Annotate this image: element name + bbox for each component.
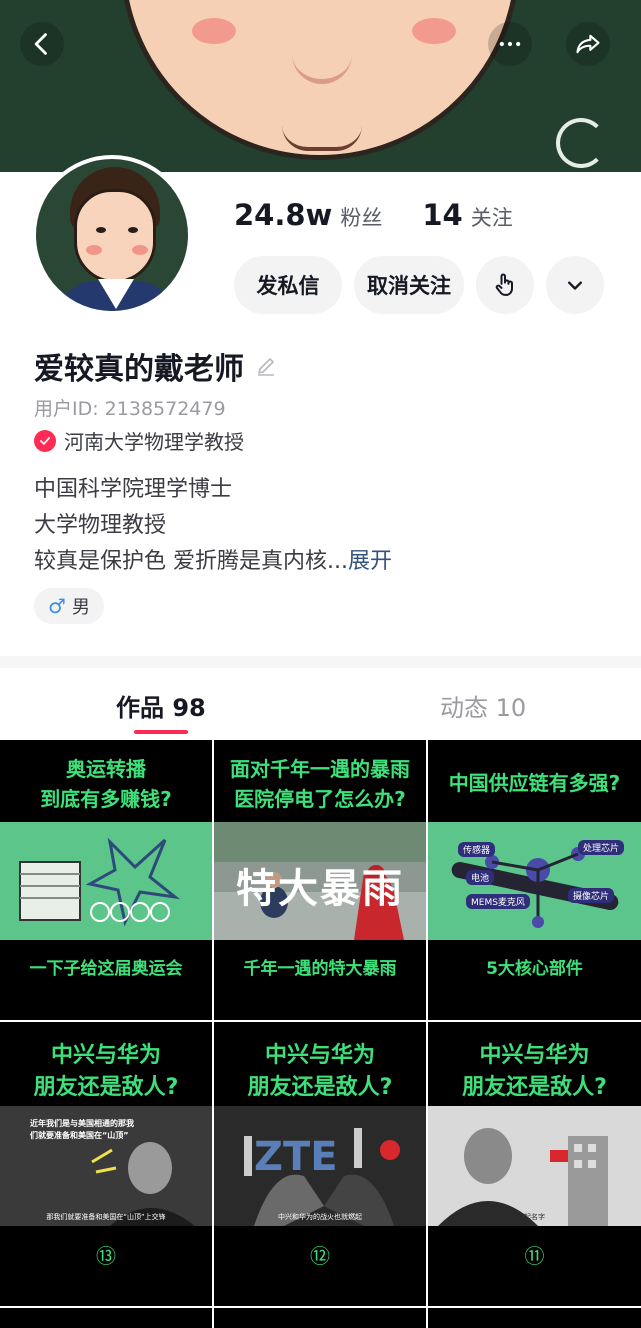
video-cover-image: 起名字 xyxy=(428,1106,641,1226)
video-episode-number: ⑫ xyxy=(310,1244,330,1268)
profile-actions: 发私信 取消关注 xyxy=(234,256,604,314)
video-thumbnail-1[interactable]: 奥运转播 到底有多赚钱? 一下子给这届奥运会 xyxy=(0,740,212,1020)
avatar-cheek-left xyxy=(86,245,102,255)
more-dots-icon xyxy=(499,41,521,47)
bio-line-1: 中国科学院理学博士 xyxy=(34,477,233,502)
video-caption: 一下子给这届奥运会 xyxy=(29,959,183,979)
video-cover-image: 特大暴雨 xyxy=(214,822,426,940)
back-button[interactable] xyxy=(20,22,64,66)
share-button[interactable] xyxy=(566,22,610,66)
profile-cover xyxy=(0,0,641,172)
video-cover-image: 近年我们是与美国相通的那我们就要准备和美国在“山顶” 那我们就要准备和美国在“山… xyxy=(0,1106,212,1226)
male-icon: ♂ xyxy=(48,594,66,618)
chevron-down-icon xyxy=(568,281,582,290)
active-tab-indicator xyxy=(134,730,188,734)
profile-card: 24.8w 粉丝 14 关注 发私信 取消关注 爱较真的戴老师 用户ID: 2138… xyxy=(0,155,641,656)
video-cover-image: 传感器 处理芯片 摄像芯片 MEMS麦克风 电池 xyxy=(428,822,641,940)
video-episode-number: ⑬ xyxy=(96,1244,116,1268)
video-title: 中兴与华为 朋友还是敌人? xyxy=(462,1043,607,1100)
video-episode-number: ⑪ xyxy=(524,1244,545,1268)
money-olympics-illustration xyxy=(19,837,181,927)
cover-nose xyxy=(292,20,352,84)
video-thumbnail-6[interactable]: 中兴与华为 朋友还是敌人? 起名字 ⑪ xyxy=(428,1022,641,1306)
component-label: MEMS麦克风 xyxy=(466,894,530,909)
verification-row: 河南大学物理学教授 xyxy=(34,426,244,455)
expand-menu-button[interactable] xyxy=(546,256,604,314)
component-label: 传感器 xyxy=(458,842,496,857)
video-cover-image xyxy=(0,822,212,940)
video-thumbnail-9[interactable] xyxy=(428,1308,641,1328)
more-button[interactable] xyxy=(488,22,532,66)
avatar-eye-right xyxy=(128,227,138,233)
avatar-head xyxy=(74,189,156,283)
profile-stats: 24.8w 粉丝 14 关注 xyxy=(234,198,513,232)
followers-label: 粉丝 xyxy=(340,206,383,230)
tab-updates[interactable]: 动态 10 xyxy=(440,688,526,723)
video-title: 中兴与华为 朋友还是敌人? xyxy=(33,1043,179,1100)
tab-works[interactable]: 作品 98 xyxy=(116,688,206,723)
gender-tag: ♂ 男 xyxy=(34,588,104,624)
video-thumbnail-7[interactable] xyxy=(0,1308,212,1328)
video-title: 中兴与华为 朋友还是敌人? xyxy=(247,1043,393,1100)
video-title: 中国供应链有多强? xyxy=(448,771,621,795)
section-divider xyxy=(0,656,641,668)
video-cover-subtitle: 中兴和华为的战火也就燃起 xyxy=(278,1213,362,1221)
cover-chalk-doodle xyxy=(556,118,606,168)
following-label: 关注 xyxy=(470,206,513,230)
gender-label: 男 xyxy=(71,597,90,618)
component-label: 电池 xyxy=(466,870,495,885)
component-label: 摄像芯片 xyxy=(568,888,615,903)
user-id[interactable]: 用户ID: 2138572479 xyxy=(34,394,226,421)
bio-line-3-text: 较真是保护色 爱折腾是真内核... xyxy=(34,549,348,574)
video-thumbnail-2[interactable]: 面对千年一遇的暴雨 医院停电了怎么办? 特大暴雨 千年一遇的特大暴雨 xyxy=(214,740,426,1020)
video-cover-overlay-text: 特大暴雨 xyxy=(236,866,404,912)
video-caption: 千年一遇的特大暴雨 xyxy=(243,959,397,979)
share-arrow-icon xyxy=(576,34,600,54)
edit-pencil-icon[interactable] xyxy=(254,354,278,378)
video-cover-overlay-text: ZTE xyxy=(254,1134,338,1180)
cover-blush-right xyxy=(412,18,456,44)
verification-text: 河南大学物理学教授 xyxy=(64,430,244,454)
video-cover-quote: 近年我们是与美国相通的那我们就要准备和美国在“山顶” xyxy=(30,1119,134,1140)
bio: 中国科学院理学博士 大学物理教授 较真是保护色 爱折腾是真内核...展开 xyxy=(34,472,392,580)
cover-blush-left xyxy=(192,18,236,44)
followers-stat[interactable]: 24.8w 粉丝 xyxy=(234,198,382,232)
following-stat[interactable]: 14 关注 xyxy=(422,198,512,232)
profile-name-row: 爱较真的戴老师 xyxy=(34,344,278,388)
video-thumbnail-3[interactable]: 中国供应链有多强? 传感器 处理芯片 摄像芯片 MEMS麦克风 电池 5大核心部… xyxy=(428,740,641,1020)
followers-count: 24.8w xyxy=(234,198,333,232)
message-button[interactable]: 发私信 xyxy=(234,256,342,314)
video-title: 奥运转播 到底有多赚钱? xyxy=(40,757,172,811)
avatar-cheek-right xyxy=(132,245,148,255)
video-cover-subtitle: 那我们就要准备和美国在“山顶”上交锋 xyxy=(46,1213,166,1221)
video-cover-subtitle: 起名字 xyxy=(524,1213,545,1221)
following-count: 14 xyxy=(422,198,463,232)
video-thumbnail-4[interactable]: 中兴与华为 朋友还是敌人? 近年我们是与美国相通的那我们就要准备和美国在“山顶”… xyxy=(0,1022,212,1306)
avatar-eye-left xyxy=(96,227,106,233)
component-label: 处理芯片 xyxy=(578,840,625,855)
avatar[interactable] xyxy=(32,155,192,315)
video-thumbnail-8[interactable] xyxy=(214,1308,426,1328)
hand-tap-icon xyxy=(495,273,513,296)
video-thumbnail-5[interactable]: 中兴与华为 朋友还是敌人? ZTE 中兴和华为的战火也就燃起 ⑫ xyxy=(214,1022,426,1306)
video-caption: 5大核心部件 xyxy=(486,959,583,979)
bio-line-2: 大学物理教授 xyxy=(34,513,167,538)
poke-button[interactable] xyxy=(476,256,534,314)
bio-expand-link[interactable]: 展开 xyxy=(348,549,392,574)
verified-check-icon xyxy=(34,429,56,452)
video-cover-image: ZTE 中兴和华为的战火也就燃起 xyxy=(214,1106,426,1226)
chevron-left-icon xyxy=(34,33,47,55)
content-tabs: 作品 98 动态 10 xyxy=(0,668,641,740)
unfollow-button[interactable]: 取消关注 xyxy=(354,256,464,314)
video-grid: 奥运转播 到底有多赚钱? 一下子给这届奥运会 面对千年一遇的暴雨 医院停电了怎么… xyxy=(0,740,641,1328)
video-title: 面对千年一遇的暴雨 医院停电了怎么办? xyxy=(230,757,410,811)
profile-name: 爱较真的戴老师 xyxy=(34,352,244,387)
executive-building-illustration xyxy=(438,1128,608,1226)
bio-line-3: 较真是保护色 爱折腾是真内核...展开 xyxy=(34,544,392,580)
